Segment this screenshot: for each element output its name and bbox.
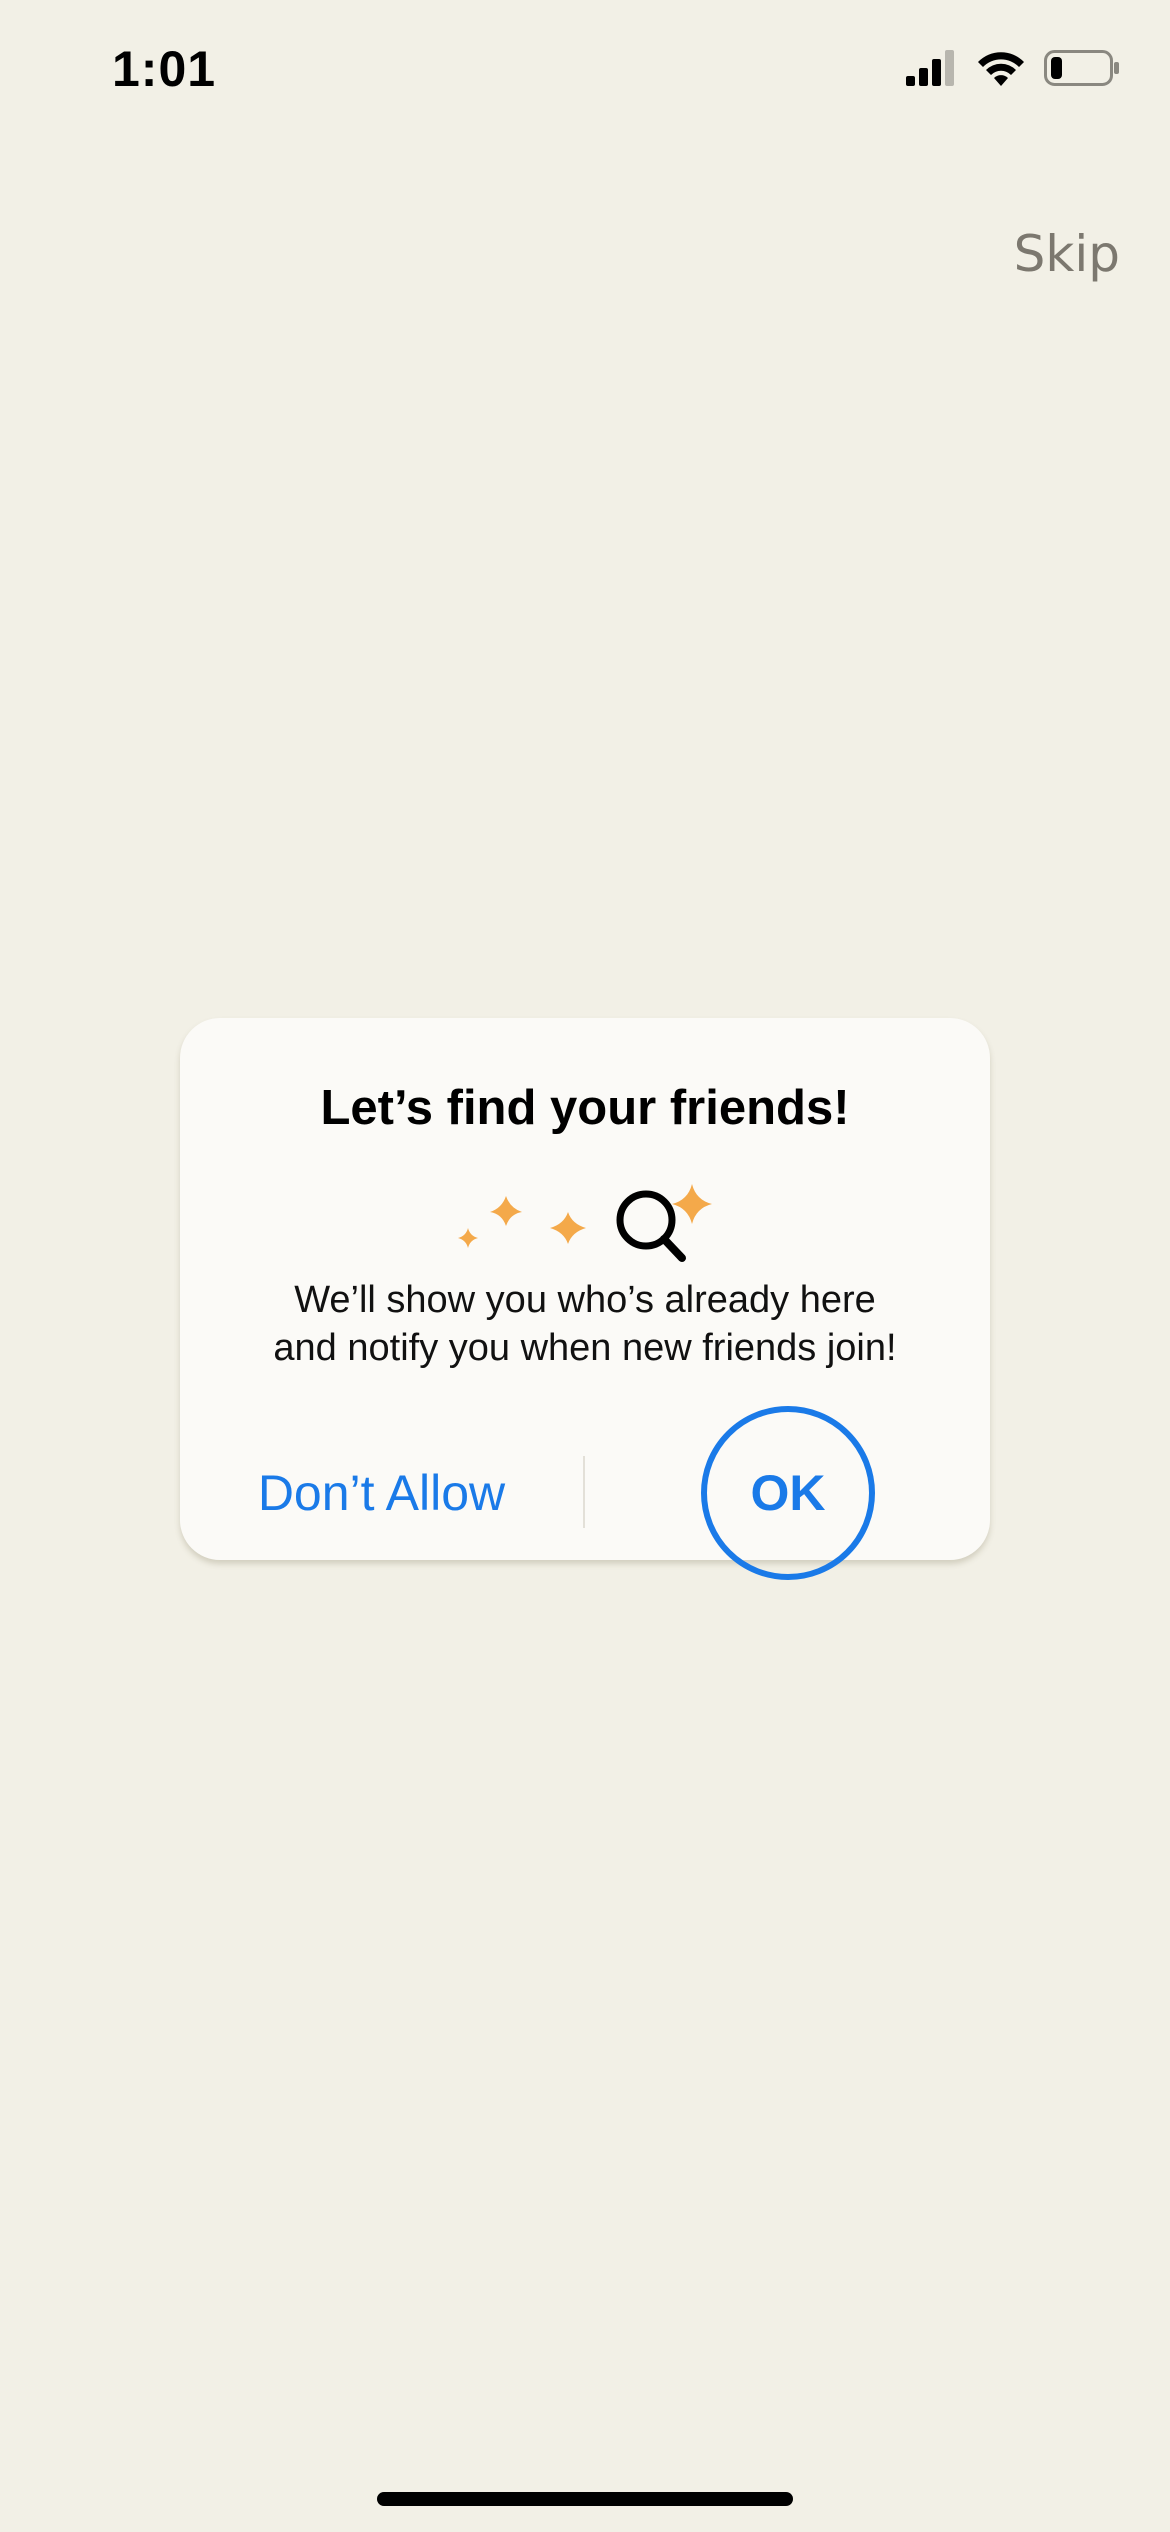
find-friends-dialog: Let’s find your friends! We’ll show you … bbox=[180, 1018, 990, 1580]
sparkle-icon bbox=[672, 1184, 712, 1224]
ok-button-label: OK bbox=[750, 1465, 826, 1521]
sparkle-icon bbox=[490, 1196, 522, 1226]
status-time: 1:01 bbox=[112, 41, 217, 97]
dialog-message-line: We’ll show you who’s already here bbox=[294, 1279, 876, 1321]
battery-icon bbox=[1044, 50, 1120, 86]
cellular-signal-icon bbox=[906, 50, 958, 86]
dialog-message-line: and notify you when new friends join! bbox=[273, 1327, 897, 1369]
magnifier-icon bbox=[616, 1190, 686, 1262]
home-indicator[interactable] bbox=[377, 2492, 793, 2506]
wifi-icon bbox=[976, 50, 1026, 86]
dialog-message: We’ll show you who’s already here and no… bbox=[220, 1276, 950, 1372]
sparkle-icon bbox=[458, 1228, 478, 1248]
skip-button[interactable]: Skip bbox=[1014, 225, 1120, 283]
dont-allow-button[interactable]: Don’t Allow bbox=[180, 1458, 583, 1528]
button-divider bbox=[583, 1456, 585, 1528]
dialog-illustration bbox=[450, 1156, 720, 1266]
dialog-title: Let’s find your friends! bbox=[320, 1081, 850, 1135]
sparkle-icon bbox=[550, 1212, 586, 1244]
ok-button[interactable]: OK bbox=[701, 1406, 875, 1580]
status-icons bbox=[906, 50, 1120, 86]
